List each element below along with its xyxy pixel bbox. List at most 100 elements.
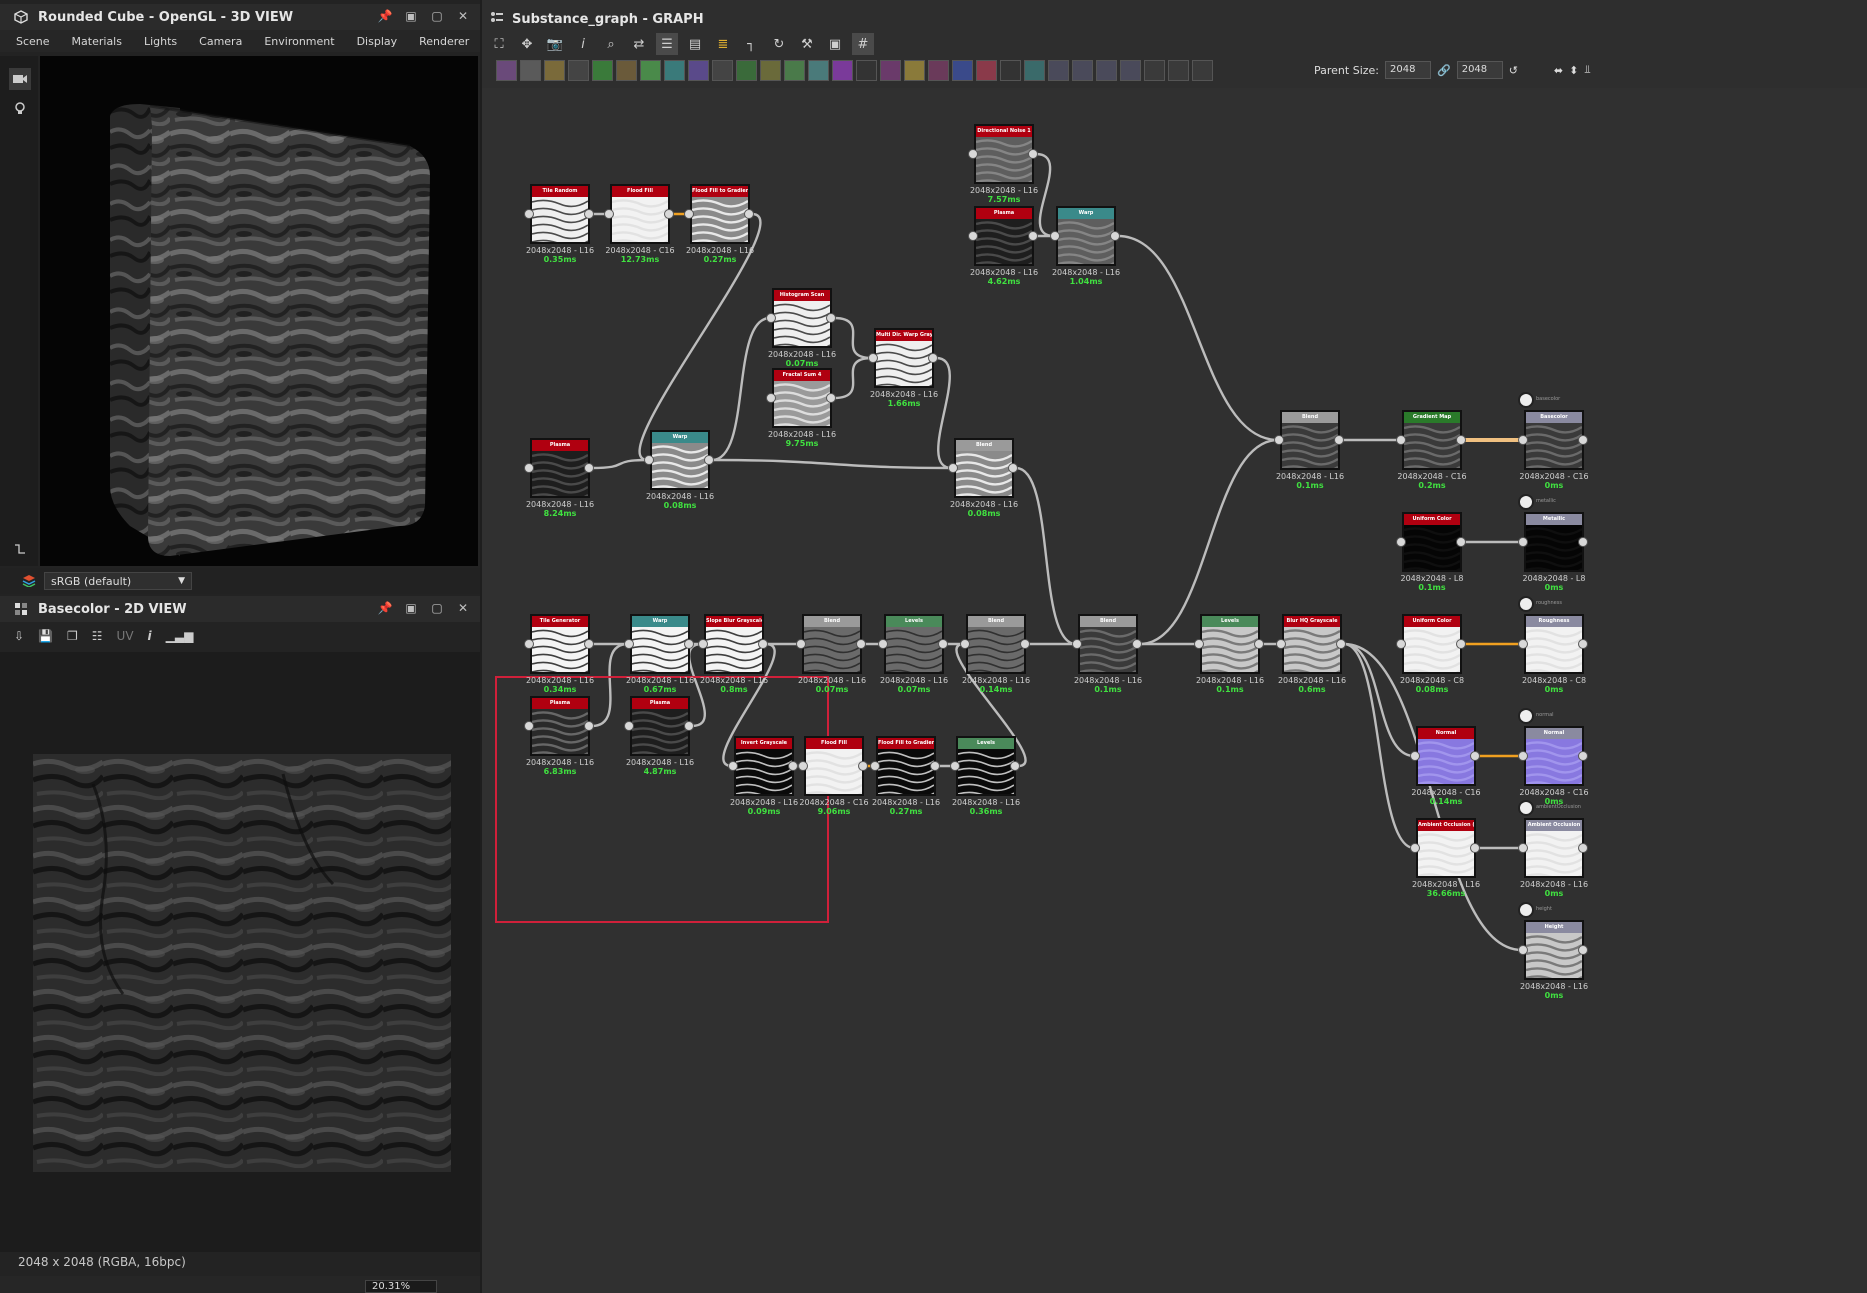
- input-port[interactable]: [878, 639, 888, 649]
- graph-node[interactable]: Blend 2048x2048 - L16 0.1ms: [1072, 614, 1142, 694]
- graph-node[interactable]: Plasma 2048x2048 - L16 4.62ms: [968, 206, 1038, 286]
- node-connection[interactable]: [591, 642, 629, 728]
- node-connection[interactable]: [1035, 152, 1055, 238]
- graph-node[interactable]: Ambient Occlusion 2048x2048 - L16 0ms: [1518, 818, 1588, 898]
- graph-node[interactable]: Roughness 2048x2048 - C8 0ms: [1518, 614, 1588, 694]
- transform-icon[interactable]: [952, 59, 973, 81]
- grid-icon[interactable]: #: [852, 33, 874, 55]
- grayscale-icon[interactable]: [784, 59, 805, 81]
- input-port[interactable]: [960, 639, 970, 649]
- search-icon[interactable]: ⌕: [600, 33, 622, 55]
- compare-icon[interactable]: ⬌: [1554, 64, 1563, 77]
- output-port[interactable]: [1132, 639, 1142, 649]
- output-port[interactable]: [856, 639, 866, 649]
- output-port[interactable]: [1578, 945, 1588, 955]
- restore-icon[interactable]: ▣: [404, 9, 418, 23]
- output-port[interactable]: [930, 761, 940, 771]
- input-port[interactable]: [766, 393, 776, 403]
- comment-icon[interactable]: [1120, 59, 1141, 81]
- graph-node[interactable]: Invert Grayscale 2048x2048 - L16 0.09ms: [728, 736, 798, 816]
- graph-node[interactable]: Normal 2048x2048 - C16 0.14ms: [1410, 726, 1481, 806]
- output-port[interactable]: [1028, 231, 1038, 241]
- output-port[interactable]: [928, 353, 938, 363]
- histogram-icon[interactable]: ▁▃▆: [166, 629, 194, 643]
- graph-node[interactable]: Blend 2048x2048 - L16 0.08ms: [948, 438, 1018, 518]
- output-port[interactable]: [1578, 639, 1588, 649]
- input-port[interactable]: [1396, 639, 1406, 649]
- dot-icon[interactable]: [1144, 59, 1165, 81]
- restore-icon[interactable]: ▣: [404, 601, 418, 615]
- graph-node[interactable]: Flood Fill 2048x2048 - C16 9.06ms: [798, 736, 869, 816]
- graph-node[interactable]: Blend 2048x2048 - L16 0.07ms: [796, 614, 866, 694]
- move-icon[interactable]: ✥: [516, 33, 538, 55]
- output-port[interactable]: [744, 209, 754, 219]
- layers-icon[interactable]: [9, 538, 31, 560]
- graph-node[interactable]: Levels 2048x2048 - L16 0.1ms: [1194, 614, 1264, 694]
- colorspace-dropdown[interactable]: sRGB (default) ▼: [44, 572, 192, 590]
- input-port[interactable]: [624, 721, 634, 731]
- gradient-icon[interactable]: [760, 59, 781, 81]
- tiling-icon[interactable]: ☷: [92, 629, 103, 643]
- menu-renderer[interactable]: Renderer: [419, 35, 469, 48]
- output-port[interactable]: [684, 639, 694, 649]
- graph-node[interactable]: Flood Fill 2048x2048 - C16 12.73ms: [604, 184, 675, 264]
- menu-scene[interactable]: Scene: [16, 35, 50, 48]
- graph-node[interactable]: Multi Dir. Warp Grayscale 2048x2048 - L16…: [868, 328, 938, 408]
- input-port[interactable]: [1518, 537, 1528, 547]
- svg-icon[interactable]: [520, 59, 541, 81]
- close-icon[interactable]: ✕: [456, 9, 470, 23]
- export-icon[interactable]: ⇩: [14, 629, 24, 643]
- graph-canvas[interactable]: Tile Random 2048x2048 - L16 0.35ms Flood Fi…: [482, 88, 1867, 1293]
- warp-icon[interactable]: [664, 59, 685, 81]
- graph-node[interactable]: Uniform Color 2048x2048 - C8 0.08ms: [1396, 614, 1466, 694]
- menu-environment[interactable]: Environment: [264, 35, 334, 48]
- input-port[interactable]: [728, 761, 738, 771]
- output-port[interactable]: [684, 721, 694, 731]
- output-port[interactable]: [1456, 537, 1466, 547]
- blur-icon[interactable]: [688, 59, 709, 81]
- tools-icon[interactable]: ⚒: [796, 33, 818, 55]
- maximize-icon[interactable]: ▢: [430, 9, 444, 23]
- output-port[interactable]: [1254, 639, 1264, 649]
- reset-icon[interactable]: ↺: [1509, 64, 1518, 77]
- graph-node[interactable]: Plasma 2048x2048 - L16 8.24ms: [524, 438, 594, 518]
- input-port[interactable]: [1050, 231, 1060, 241]
- info-icon[interactable]: i: [148, 629, 152, 643]
- node-connection[interactable]: [711, 458, 953, 470]
- output-port[interactable]: [1020, 639, 1030, 649]
- input-port[interactable]: [624, 639, 634, 649]
- input-port[interactable]: [1276, 639, 1286, 649]
- tree-icon[interactable]: ≣: [712, 33, 734, 55]
- input-port[interactable]: [1396, 537, 1406, 547]
- fxmap-icon[interactable]: [736, 59, 757, 81]
- graph-node[interactable]: Blur HQ Grayscale 2048x2048 - L16 0.6ms: [1276, 614, 1346, 694]
- pin-node-icon[interactable]: [1096, 59, 1117, 81]
- ruler-icon[interactable]: ┐: [740, 33, 762, 55]
- output-port[interactable]: [1008, 463, 1018, 473]
- input-port[interactable]: [524, 209, 534, 219]
- output-port[interactable]: [1578, 435, 1588, 445]
- output-port[interactable]: [1336, 639, 1346, 649]
- graph-node[interactable]: Histogram Scan 2048x2048 - L16 0.07ms: [766, 288, 836, 368]
- graph-node[interactable]: Warp 2048x2048 - L16 1.04ms: [1050, 206, 1120, 286]
- graph-node[interactable]: Plasma 2048x2048 - L16 4.87ms: [624, 696, 694, 776]
- output-port[interactable]: [938, 639, 948, 649]
- input-port[interactable]: [796, 639, 806, 649]
- input-port[interactable]: [870, 761, 880, 771]
- menu-materials[interactable]: Materials: [72, 35, 122, 48]
- graph-node[interactable]: Gradient Map 2048x2048 - C16 0.2ms: [1396, 410, 1467, 490]
- output-port[interactable]: [788, 761, 798, 771]
- graph-node[interactable]: Tile Generator 2048x2048 - L16 0.34ms: [524, 614, 594, 694]
- output-port[interactable]: [584, 639, 594, 649]
- input-port[interactable]: [1518, 751, 1528, 761]
- output-port[interactable]: [664, 209, 674, 219]
- input-port[interactable]: [1518, 435, 1528, 445]
- output-port[interactable]: [1110, 231, 1120, 241]
- output-port[interactable]: [584, 209, 594, 219]
- graph-node[interactable]: Levels 2048x2048 - L16 0.36ms: [950, 736, 1020, 816]
- 2d-viewport[interactable]: [0, 652, 480, 1252]
- save-icon[interactable]: 💾: [38, 629, 53, 643]
- input-port[interactable]: [684, 209, 694, 219]
- sharpen-icon[interactable]: [904, 59, 925, 81]
- output-port[interactable]: [826, 313, 836, 323]
